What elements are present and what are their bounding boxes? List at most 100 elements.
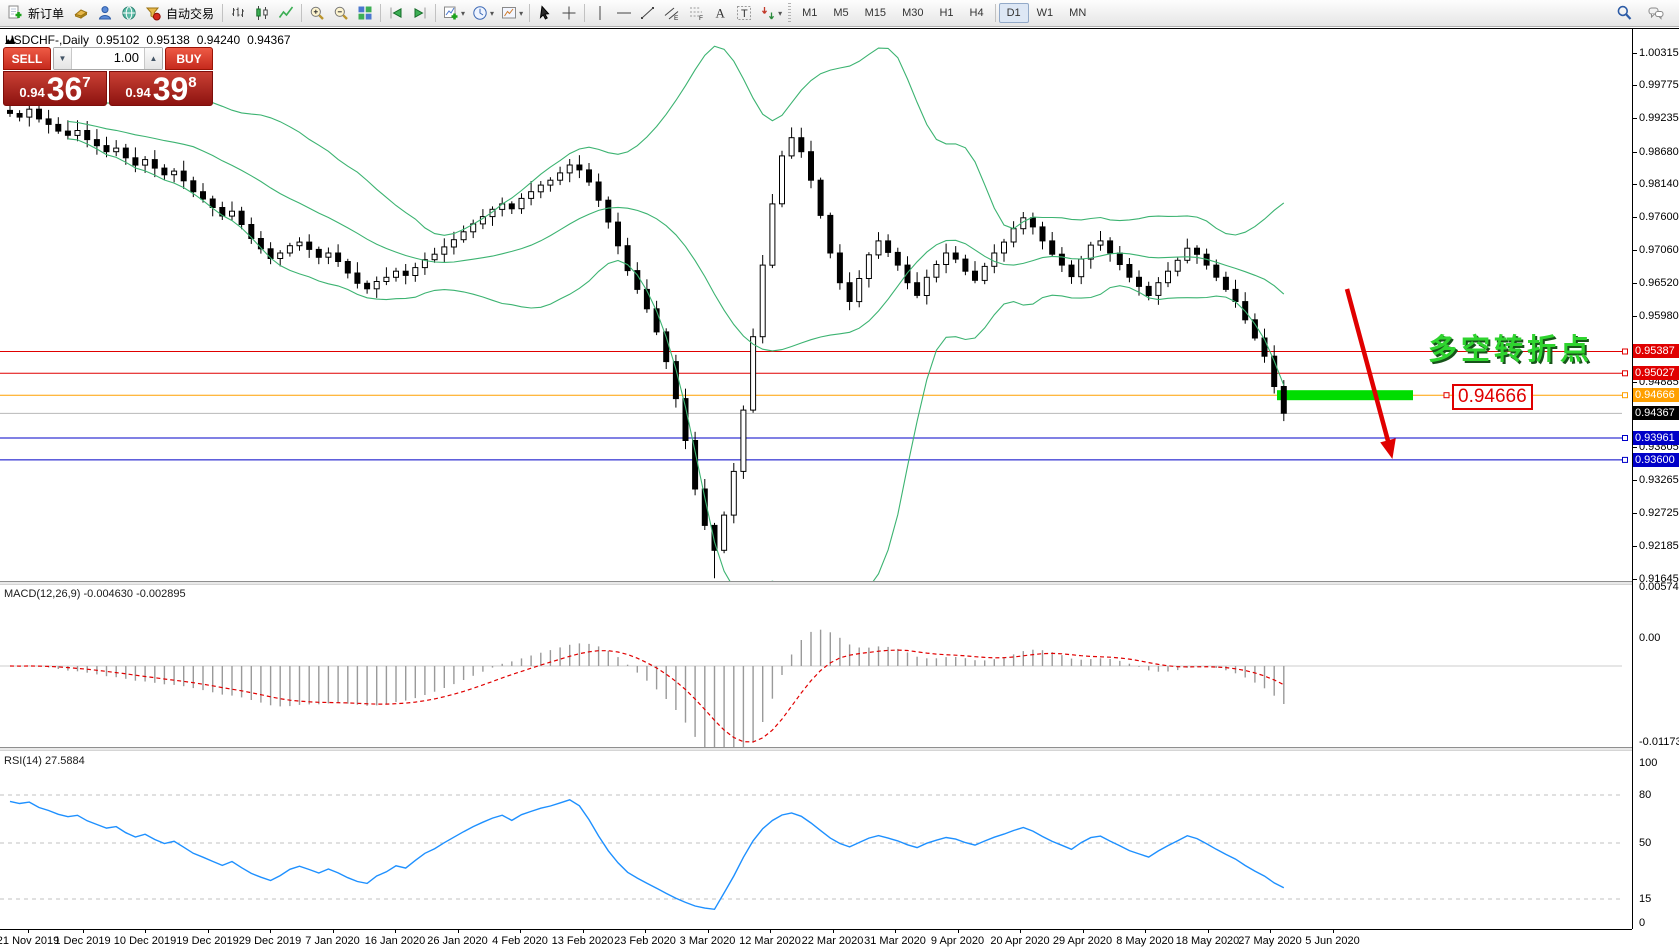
timeframe-m5-button[interactable]: M5 [825,3,856,23]
indicators-button[interactable] [439,2,463,24]
candlestick [1030,218,1035,227]
search-button[interactable] [1612,2,1636,24]
volume-decrease-button[interactable]: ▼ [54,48,72,69]
crosshair-button[interactable] [557,2,581,24]
tile-windows-icon [357,5,373,21]
vertical-line-button[interactable] [588,2,612,24]
horizontal-line-button[interactable] [612,2,636,24]
chart-shift-button[interactable] [408,2,432,24]
candlestick [992,253,997,266]
auto-trading-button[interactable] [141,2,165,24]
date-axis-label: 18 May 2020 [1176,935,1240,947]
timeframe-m30-button[interactable]: M30 [894,3,931,23]
date-axis[interactable]: 21 Nov 20191 Dec 201910 Dec 201919 Dec 2… [0,929,1632,950]
volume-input[interactable]: 1.00 [72,48,144,69]
price-tag-anchor[interactable] [1444,393,1449,398]
line-anchor-marker[interactable] [1623,457,1628,462]
ask-price-display[interactable]: 0.94 39 8 [109,71,213,106]
toolbar-separator [435,4,436,22]
timeframe-m15-button[interactable]: M15 [857,3,894,23]
timeframe-d1-button[interactable]: D1 [999,3,1029,23]
buy-button[interactable]: BUY [165,47,213,70]
cursor-button[interactable] [533,2,557,24]
candlestick [1127,265,1132,278]
search-icon [1616,5,1632,21]
bid-price-display[interactable]: 0.94 36 7 [3,71,107,106]
turning-point-annotation[interactable]: 多空转折点 [1428,326,1593,368]
trend-line-button[interactable] [636,2,660,24]
chat-button[interactable] [1644,2,1668,24]
candlestick [529,192,534,199]
new-order-button[interactable] [3,2,27,24]
line-anchor-marker[interactable] [1623,393,1628,398]
arrows-dropdown-arrow[interactable]: ▾ [778,9,782,18]
timeframe-mn-button[interactable]: MN [1061,3,1094,23]
toolbar-separator [301,4,302,22]
tile-windows-button[interactable] [353,2,377,24]
line-anchor-marker[interactable] [1623,349,1628,354]
horizontal-line-icon [616,5,632,21]
date-axis-label: 20 Apr 2020 [990,935,1049,947]
candlestick [1059,254,1064,265]
indicators-icon [443,5,459,21]
arrows-button[interactable] [756,2,780,24]
candlestick [56,124,61,131]
templates-dropdown-arrow[interactable]: ▾ [519,9,523,18]
periods-dropdown-arrow[interactable]: ▾ [490,9,494,18]
line-anchor-marker[interactable] [1623,371,1628,376]
support-highlight-bar[interactable] [1277,390,1413,400]
main-chart-pane[interactable] [0,30,1632,581]
date-axis-label: 8 May 2020 [1116,935,1173,947]
indicators-dropdown-arrow[interactable]: ▾ [461,9,465,18]
candlestick [365,283,370,289]
text-label-button[interactable]: T [732,2,756,24]
volume-increase-button[interactable]: ▲ [144,48,162,69]
chart-window: 1.003150.997750.992350.986800.981400.976… [0,28,1679,950]
one-click-trading-panel: SELL ▼ 1.00 ▲ BUY 0.94 36 7 0.94 39 8 [3,47,213,106]
candlestick [1156,283,1161,296]
zoom-in-button[interactable] [305,2,329,24]
line-chart-button[interactable] [274,2,298,24]
periods-button[interactable] [468,2,492,24]
price-tag-annotation[interactable]: 0.94666 [1452,384,1533,410]
equidistant-channel-button[interactable]: E [660,2,684,24]
macd-pane[interactable] [0,583,1632,747]
fibonacci-button[interactable]: F [684,2,708,24]
symbol-info-bar: USDCHF-,Daily 0.95102 0.95138 0.94240 0.… [5,33,291,47]
candlestick [1195,248,1200,254]
market-watch-button[interactable] [69,2,93,24]
zoom-out-button[interactable] [329,2,353,24]
sell-button[interactable]: SELL [3,47,51,70]
candlestick [1137,277,1142,286]
data-window-button[interactable] [117,2,141,24]
candlestick-chart-button[interactable] [250,2,274,24]
macd-axis-label: -0.011738 [1639,736,1679,748]
text-button[interactable]: A [708,2,732,24]
date-axis-tick-mark [145,930,146,933]
candlestick [413,268,418,276]
rsi-pane[interactable] [0,749,1632,929]
candlestick [722,515,727,550]
ohlc-low: 0.94240 [197,33,240,47]
trend-arrow-head[interactable] [1380,438,1396,459]
timeframe-toolbar: M1M5M15M30H1H4 D1W1MN [794,3,1094,23]
bar-chart-button[interactable] [226,2,250,24]
candlestick [1214,265,1219,277]
toolbar-separator [995,4,996,22]
templates-button[interactable] [497,2,521,24]
line-anchor-marker[interactable] [1623,436,1628,441]
navigator-button[interactable] [93,2,117,24]
candlestick [1166,271,1171,283]
auto-scroll-button[interactable] [384,2,408,24]
trend-arrow-line[interactable] [1347,289,1388,441]
timeframe-h1-button[interactable]: H1 [931,3,961,23]
timeframe-w1-button[interactable]: W1 [1029,3,1062,23]
volume-stepper: ▼ 1.00 ▲ [53,47,163,70]
toolbar-drag-handle[interactable] [788,3,791,23]
toolbar-separator [529,4,530,22]
price-axis-tick-label: 0.93265 [1639,474,1679,486]
price-axis[interactable]: 1.003150.997750.992350.986800.981400.976… [1632,29,1679,950]
date-axis-label: 7 Jan 2020 [305,935,359,947]
timeframe-m1-button[interactable]: M1 [794,3,825,23]
timeframe-h4-button[interactable]: H4 [962,3,992,23]
